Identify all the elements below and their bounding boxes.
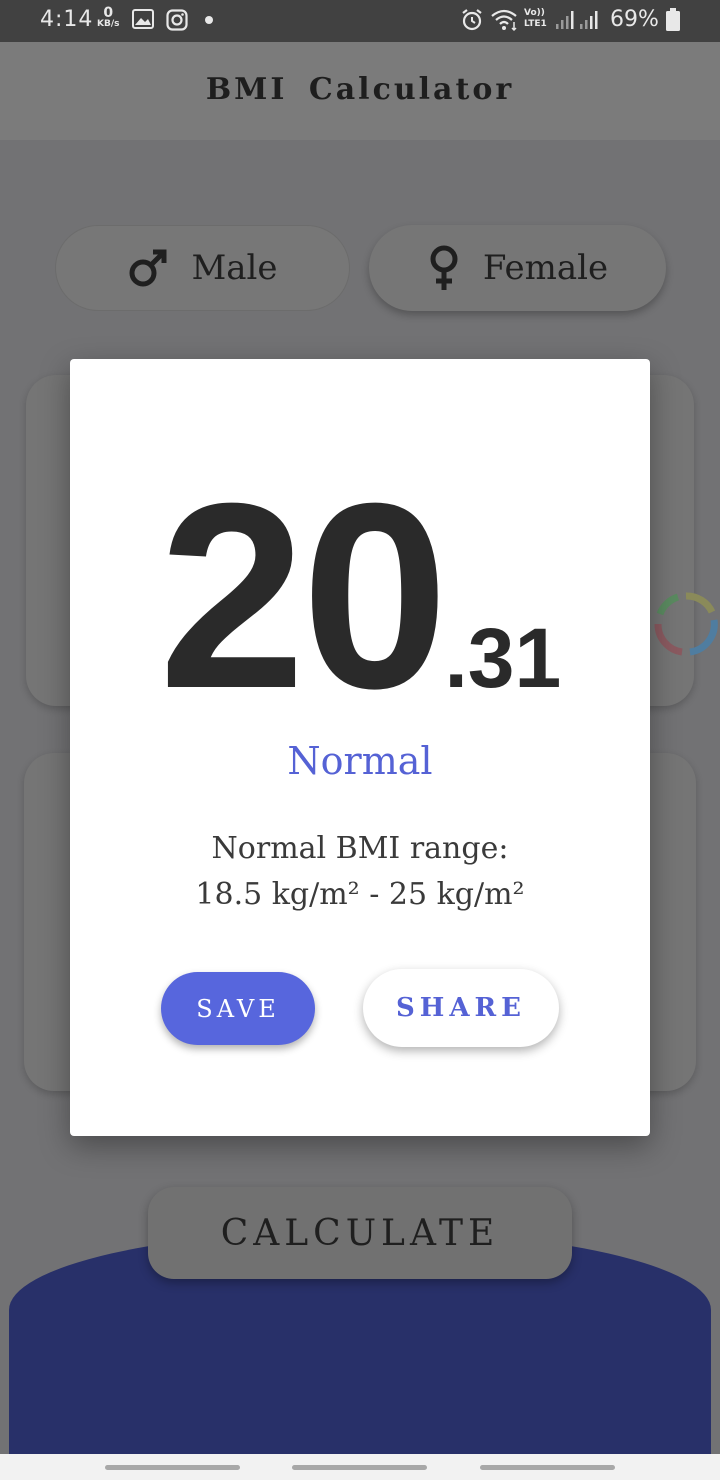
battery-icon [666,8,680,31]
dot-icon [205,16,213,24]
female-button[interactable]: Female [369,225,666,311]
net-speed-value: 0 [103,5,114,21]
bmi-status: Normal [287,739,433,783]
male-button[interactable]: Male [55,225,350,311]
female-symbol-icon [430,245,458,290]
status-bar: 4:14 0 KB/s Vo)) LTE1 69% [0,0,720,42]
share-button[interactable]: SHARE [363,969,559,1047]
male-label: Male [191,248,278,288]
save-button[interactable]: SAVE [161,972,315,1045]
page-title: BMI Calculator [205,72,515,107]
bmi-value: 20.31 [70,464,650,728]
result-dialog: 20.31 Normal Normal BMI range: 18.5 kg/m… [70,359,650,1136]
net-speed: 0 KB/s [97,5,120,30]
status-time: 4:14 [40,7,94,32]
male-symbol-icon [129,249,167,287]
nav-back-button[interactable] [480,1465,615,1470]
signal-icon [556,11,598,29]
app-bar: BMI Calculator [0,42,720,140]
navigation-bar [0,1454,720,1480]
wifi-icon [491,9,517,32]
bmi-integer: 20 [158,448,449,743]
volte-icon: Vo)) LTE1 [524,8,547,29]
nav-recents-button[interactable] [105,1465,240,1470]
nav-home-button[interactable] [292,1465,427,1470]
gallery-icon [132,9,154,29]
calculate-button[interactable]: CALCULATE [148,1187,572,1279]
net-speed-unit: KB/s [97,19,120,29]
instagram-icon [166,9,188,31]
loading-spinner-icon [654,592,718,656]
alarm-icon [462,9,482,31]
battery-percentage: 69% [610,7,659,32]
bmi-decimal: .31 [444,611,562,705]
bmi-range-value: 18.5 kg/m² - 25 kg/m² [195,877,525,912]
female-label: Female [482,248,609,288]
bmi-range-label: Normal BMI range: [211,831,509,866]
